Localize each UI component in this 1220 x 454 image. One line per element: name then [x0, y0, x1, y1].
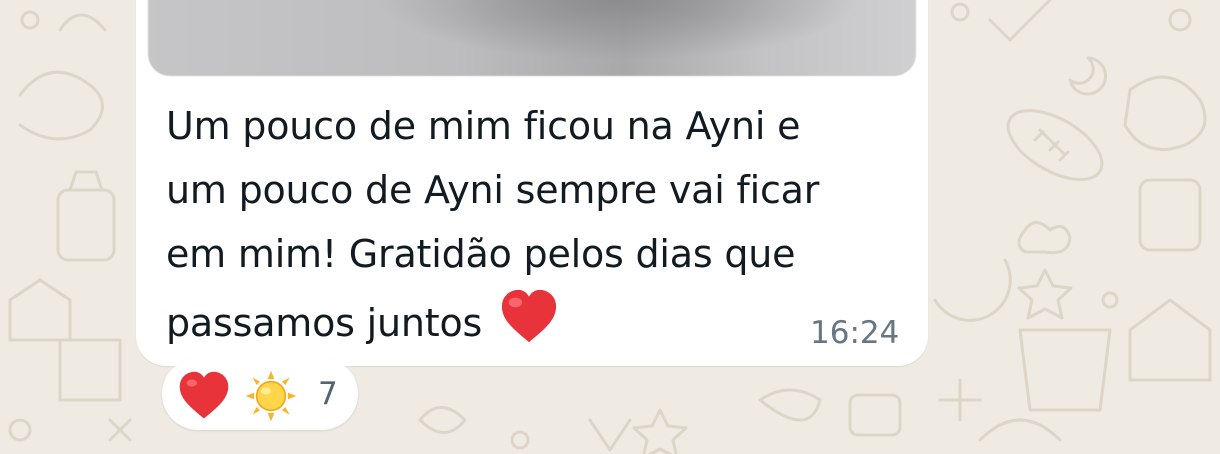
jar-doodle [56, 188, 116, 262]
message-line-3: em mim! Gratidão pelos dias que [166, 232, 796, 276]
leaf-doodle [418, 406, 467, 434]
circle-doodle [950, 2, 970, 22]
red-heart-emoji [501, 289, 557, 343]
arc-doodle [933, 258, 1012, 322]
message-line-1: Um pouco de mim ficou na Ayni e [166, 104, 801, 148]
circle-doodle [510, 430, 530, 450]
message-line-4: passamos juntos [166, 301, 483, 345]
jar-doodle [1138, 178, 1202, 252]
chevron-doodle [588, 418, 632, 452]
jar-lid-doodle [68, 170, 104, 192]
taco-doodle [1123, 75, 1207, 151]
moon-doodle [1068, 56, 1108, 96]
check-doodle [988, 0, 1052, 42]
cross-doodle [108, 418, 132, 442]
image-preview[interactable] [148, 0, 916, 76]
message-text: Um pouco de mim ficou na Ayni e um pouco … [166, 94, 906, 355]
circle-doodle [20, 10, 40, 30]
plus-doodle [938, 378, 982, 422]
message-timestamp: 16:24 [810, 315, 900, 351]
arc-doodle [58, 13, 107, 32]
flower-doodle [758, 388, 822, 422]
box-doodle [848, 393, 902, 437]
red-heart-icon [179, 371, 229, 419]
sun-icon [245, 370, 297, 422]
pot-doodle [1018, 328, 1112, 412]
message-line-2: um pouco de Ayni sempre vai ficar [166, 168, 820, 212]
star-doodle [632, 408, 688, 454]
box-doodle [58, 338, 122, 402]
house-doodle [1128, 298, 1212, 382]
circle-doodle [1168, 8, 1192, 32]
cloud-doodle [1017, 221, 1072, 255]
taco-doodle [18, 70, 104, 141]
football-laces-doodle [1033, 128, 1070, 162]
house-doodle [8, 278, 72, 342]
star-doodle [1017, 268, 1073, 320]
reaction-count: 7 [318, 376, 338, 412]
circle-doodle [8, 418, 32, 442]
arc-doodle [978, 418, 1062, 442]
circle-doodle [1101, 291, 1119, 309]
